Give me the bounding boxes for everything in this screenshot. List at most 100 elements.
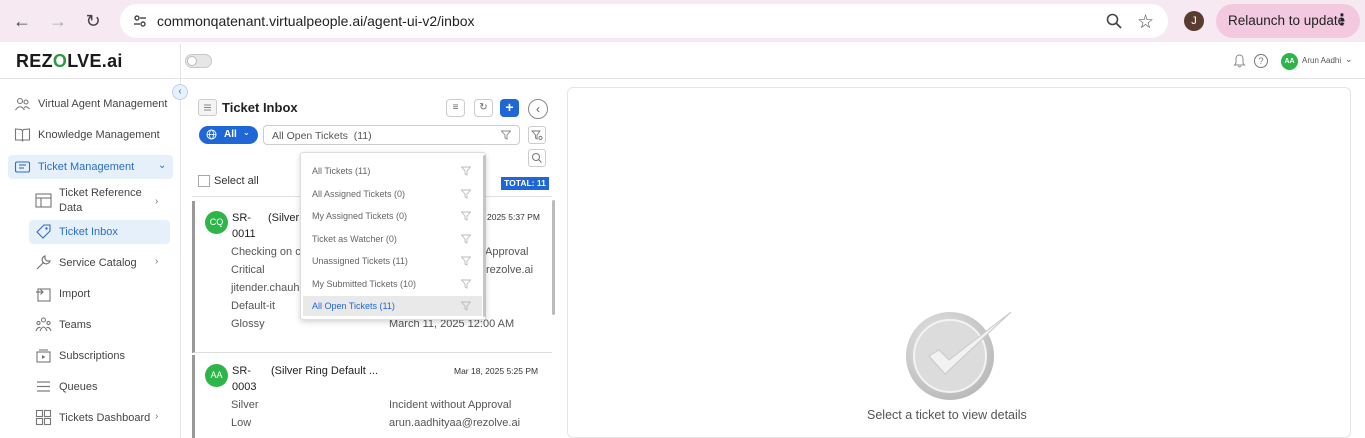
total-count-badge: TOTAL: 11 bbox=[501, 177, 549, 190]
reload-icon[interactable]: ↻ bbox=[81, 9, 105, 33]
filter-icon bbox=[461, 256, 471, 266]
ticket-id-line1: SR- bbox=[232, 365, 251, 377]
sidebar-item-ticket-reference-data[interactable]: Ticket Reference Data › bbox=[0, 185, 180, 217]
user-name[interactable]: Arun Aadhi bbox=[1302, 56, 1341, 65]
browser-toolbar: ← → ↻ commonqatenant.virtualpeople.ai/ag… bbox=[0, 0, 1365, 42]
ticket-field: Checking on c bbox=[231, 246, 301, 258]
relaunch-button[interactable]: Relaunch to update ⋮ bbox=[1216, 4, 1360, 38]
filter-icon bbox=[461, 189, 471, 199]
ticket-filter-select[interactable]: All Open Tickets (11) bbox=[263, 125, 520, 145]
ticket-field: Incident without Approval bbox=[389, 399, 512, 411]
sidebar-item-teams[interactable]: Teams bbox=[0, 313, 180, 337]
toggle-knob bbox=[187, 56, 197, 66]
subscriptions-icon bbox=[36, 349, 51, 363]
address-bar[interactable]: commonqatenant.virtualpeople.ai/agent-ui… bbox=[120, 4, 1168, 38]
option-label: All Assigned Tickets (0) bbox=[312, 189, 406, 199]
user-avatar[interactable]: AA bbox=[1281, 53, 1298, 70]
sidebar-item-ticket-inbox[interactable]: Ticket Inbox bbox=[29, 220, 170, 244]
filter-icon bbox=[461, 301, 471, 311]
sidebar-item-knowledge-management[interactable]: Knowledge Management bbox=[0, 123, 180, 147]
bell-icon[interactable] bbox=[1233, 54, 1246, 68]
ticket-field: jitender.chauh bbox=[231, 282, 300, 294]
ticket-field: rezolve.ai bbox=[486, 264, 534, 276]
theme-toggle[interactable] bbox=[185, 54, 212, 68]
ticket-field: Glossy bbox=[231, 318, 265, 330]
chevron-right-icon: › bbox=[155, 411, 159, 422]
collapse-panel-button[interactable]: ‹ bbox=[528, 99, 548, 119]
app-header: REZOLVE.ai ? AA Arun Aadhi ⌄ bbox=[0, 44, 1365, 79]
sidebar-item-label: Import bbox=[59, 288, 91, 300]
sidebar-item-virtual-agent-management[interactable]: Virtual Agent Management bbox=[0, 92, 180, 116]
sidebar-item-label: Service Catalog bbox=[59, 257, 137, 269]
sidebar-item-ticket-management[interactable]: Ticket Management ⌄ bbox=[8, 155, 173, 179]
browser-profile-avatar[interactable]: J bbox=[1184, 11, 1204, 31]
ticket-field: Approval bbox=[485, 246, 529, 258]
option-label: All Open Tickets (11) bbox=[312, 301, 395, 311]
page-title: Ticket Inbox bbox=[222, 100, 298, 115]
ticket-list-scrollbar[interactable] bbox=[552, 200, 555, 315]
search-button[interactable] bbox=[528, 149, 546, 167]
bookmark-star-icon[interactable]: ☆ bbox=[1137, 11, 1154, 34]
dropdown-option-my-submitted-tickets[interactable]: My Submitted Tickets (10) bbox=[303, 274, 482, 294]
advanced-filter-button[interactable] bbox=[528, 126, 546, 144]
filter-value: All Open Tickets (11) bbox=[272, 130, 372, 142]
filter-icon bbox=[461, 279, 471, 289]
sidebar-item-label: Teams bbox=[59, 319, 92, 331]
avatar: AA bbox=[205, 364, 228, 387]
forward-arrow-icon[interactable]: → bbox=[46, 9, 70, 33]
sidebar-item-label: Knowledge Management bbox=[38, 129, 160, 141]
sidebar-item-queues[interactable]: Queues bbox=[0, 375, 180, 399]
list-view-button[interactable] bbox=[198, 99, 217, 116]
import-icon bbox=[36, 288, 51, 302]
chevron-down-icon: ⌄ bbox=[243, 128, 250, 137]
scope-all-dropdown[interactable]: All ⌄ bbox=[199, 126, 258, 144]
help-icon[interactable]: ? bbox=[1254, 54, 1268, 68]
ticket-title: (Silver bbox=[268, 212, 300, 224]
sidebar-item-import[interactable]: Import bbox=[0, 282, 180, 306]
sort-icon: ≡ bbox=[452, 102, 459, 113]
agents-icon bbox=[15, 97, 30, 111]
dropdown-option-ticket-as-watcher[interactable]: Ticket as Watcher (0) bbox=[303, 229, 482, 249]
sort-button[interactable]: ≡ bbox=[446, 99, 465, 117]
option-label: All Tickets (11) bbox=[312, 166, 371, 176]
ticket-card[interactable]: AA SR- 0003 (Silver Ring Default ... Mar… bbox=[192, 355, 552, 438]
chevron-down-icon[interactable]: ⌄ bbox=[1345, 54, 1353, 65]
sidebar-divider bbox=[180, 44, 181, 438]
book-icon bbox=[14, 128, 31, 142]
ticket-field: Critical bbox=[231, 264, 265, 276]
back-arrow-icon[interactable]: ← bbox=[10, 9, 34, 33]
dropdown-option-my-assigned-tickets[interactable]: My Assigned Tickets (0) bbox=[303, 206, 482, 226]
globe-icon bbox=[206, 129, 217, 140]
sidebar-item-label: Ticket Management bbox=[38, 161, 135, 173]
zoom-icon[interactable] bbox=[1105, 12, 1123, 30]
table-icon bbox=[35, 193, 52, 208]
site-info-icon[interactable] bbox=[132, 13, 148, 29]
select-all-checkbox[interactable] bbox=[198, 175, 210, 187]
ticket-field: Default-it bbox=[231, 300, 276, 312]
url-text[interactable]: commonqatenant.virtualpeople.ai/agent-ui… bbox=[157, 13, 475, 29]
sidebar-item-service-catalog[interactable]: Service Catalog › bbox=[0, 251, 180, 275]
chevron-right-icon: › bbox=[155, 256, 159, 267]
dropdown-option-all-assigned-tickets[interactable]: All Assigned Tickets (0) bbox=[303, 184, 482, 204]
ticket-date: 2025 5:37 PM bbox=[487, 212, 540, 222]
sidebar-item-tickets-dashboard[interactable]: Tickets Dashboard › bbox=[0, 406, 180, 430]
sidebar-item-subscriptions[interactable]: Subscriptions bbox=[0, 344, 180, 368]
ticket-date: Mar 18, 2025 5:25 PM bbox=[454, 366, 539, 376]
dropdown-option-all-open-tickets[interactable]: All Open Tickets (11) bbox=[303, 296, 482, 316]
filter-icon[interactable] bbox=[501, 130, 511, 140]
ticket-field: arun.aadhityaa@rezolve.ai bbox=[389, 417, 521, 429]
logo-text-start: REZ bbox=[16, 51, 53, 71]
option-label: My Submitted Tickets (10) bbox=[312, 279, 417, 289]
chevron-right-icon: › bbox=[155, 196, 159, 207]
option-label: My Assigned Tickets (0) bbox=[312, 211, 408, 221]
kebab-menu-icon[interactable]: ⋮ bbox=[1334, 4, 1350, 38]
dropdown-option-unassigned-tickets[interactable]: Unassigned Tickets (11) bbox=[303, 251, 482, 271]
dropdown-scrollbar[interactable] bbox=[483, 155, 486, 317]
add-ticket-button[interactable]: + bbox=[500, 99, 519, 117]
sidebar-item-label: Ticket Reference Data bbox=[59, 186, 142, 216]
checkmark-placeholder-icon bbox=[906, 311, 1012, 400]
dropdown-option-all-tickets[interactable]: All Tickets (11) bbox=[303, 161, 482, 181]
refresh-button[interactable]: ↻ bbox=[474, 99, 493, 117]
ticket-icon bbox=[14, 161, 31, 173]
dashboard-icon bbox=[35, 409, 52, 426]
